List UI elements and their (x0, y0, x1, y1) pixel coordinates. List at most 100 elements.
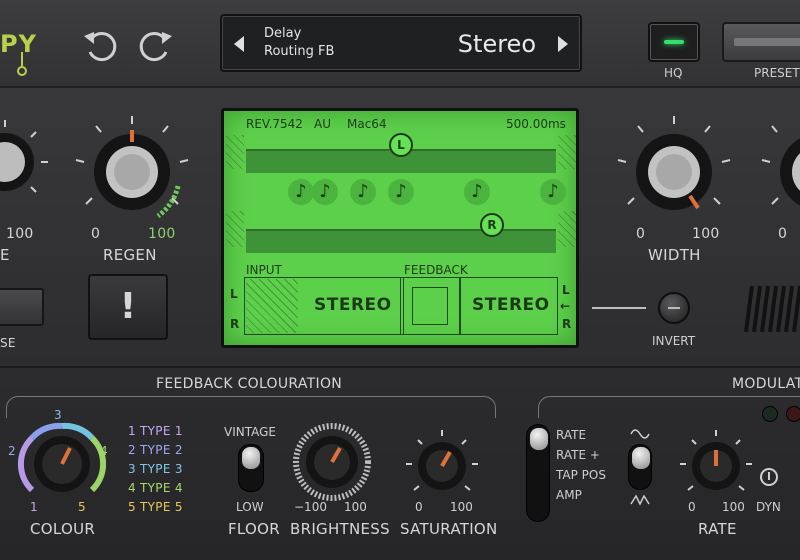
preset-display[interactable]: Delay Routing FB Stereo (220, 14, 582, 72)
colour-scale-2: 2 (8, 444, 16, 458)
right-hatch-bottom (558, 211, 576, 247)
right-hatch-top (558, 135, 576, 169)
speaker-grille (744, 285, 800, 333)
saturation-min: 0 (415, 500, 423, 514)
partial-knob-right-min: 0 (778, 226, 788, 242)
width-min: 0 (636, 226, 646, 242)
screen-format: AU (314, 117, 331, 131)
prev-preset-arrow[interactable] (234, 36, 246, 56)
hq-led-icon (664, 40, 684, 44)
width-knob[interactable] (614, 112, 734, 232)
mod-mode-amp[interactable]: AMP (556, 488, 582, 502)
colour-knob[interactable] (18, 420, 106, 506)
logo-dot (17, 66, 27, 76)
feedback-crossfeed-inner (412, 287, 448, 325)
next-preset-arrow[interactable] (556, 36, 568, 56)
hq-button[interactable] (648, 22, 700, 62)
partial-knob-label: E (0, 246, 10, 264)
right-delay-marker[interactable]: R (480, 213, 504, 237)
input-right-channel: R (230, 317, 240, 331)
feedback-colouration-title: FEEDBACK COLOURATION (156, 376, 343, 392)
colour-scale-1: 1 (30, 500, 38, 514)
screen-platform: Mac64 (347, 117, 387, 131)
partial-knob-left[interactable] (0, 118, 50, 228)
input-label: INPUT (246, 263, 282, 277)
screen-delay-time: 500.00ms (506, 117, 566, 131)
redo-button[interactable] (134, 22, 178, 66)
floor-toggle[interactable] (238, 444, 264, 492)
logo-stem (21, 52, 23, 66)
presets-bar-icon (734, 38, 800, 46)
floor-toggle-thumb (242, 447, 260, 469)
modulation-title: MODULAT (732, 376, 800, 392)
left-hatch-bottom (226, 211, 244, 247)
type-1-option[interactable]: 1 TYPE 1 (128, 424, 183, 438)
colour-scale-5: 5 (78, 500, 86, 514)
partial-knob-right[interactable] (758, 112, 800, 232)
delay-display-screen[interactable]: REV.7542 AU Mac64 500.00ms L R ♪ ♪ ♪ ♪ ♪… (221, 108, 579, 348)
chevron-left-icon (234, 36, 244, 52)
presets-button[interactable] (722, 22, 800, 62)
left-hatch-top (226, 135, 244, 169)
note-icon: ♪ (312, 179, 338, 205)
left-delay-marker[interactable]: L (389, 133, 413, 157)
redo-arrow-icon (139, 32, 172, 62)
feedback-mode: STEREO (472, 295, 550, 315)
regen-knob[interactable] (72, 112, 192, 232)
dyn-label: DYN (756, 500, 781, 514)
rate-knob[interactable] (678, 428, 754, 504)
saturation-max: 100 (450, 500, 473, 514)
right-channel-waveform (246, 229, 556, 253)
note-icon: ♪ (388, 179, 414, 205)
dyn-indicator-icon (768, 472, 770, 480)
presets-label: PRESETS (754, 66, 800, 80)
partial-left-button[interactable] (0, 288, 44, 326)
mod-mode-selector[interactable] (526, 424, 550, 522)
preset-line-2: Routing FB (264, 44, 335, 59)
mod-led-green-icon (762, 406, 778, 422)
saturation-knob[interactable] (404, 428, 480, 504)
type-4-option[interactable]: 4 TYPE 4 (128, 481, 183, 495)
output-left-channel: L (562, 283, 570, 297)
modulation-bracket (538, 396, 800, 418)
undo-arrow-icon (84, 32, 117, 62)
input-hatch (246, 279, 298, 333)
width-max: 100 (692, 226, 720, 242)
dyn-button[interactable] (760, 468, 778, 486)
mod-mode-rate-plus[interactable]: RATE + (556, 448, 600, 462)
chevron-right-icon (558, 36, 568, 52)
colour-scale-4: 4 (100, 444, 108, 458)
type-3-option[interactable]: 3 TYPE 3 (128, 462, 183, 476)
floor-vintage-label: VINTAGE (224, 425, 277, 439)
input-left-channel: L (230, 287, 238, 301)
preset-line-1: Delay (264, 26, 302, 41)
rate-max: 100 (722, 500, 745, 514)
mod-mode-rate[interactable]: RATE (556, 428, 586, 442)
brightness-knob[interactable] (292, 422, 372, 502)
type-5-option[interactable]: 5 TYPE 5 (128, 500, 183, 514)
colour-label: COLOUR (30, 520, 96, 538)
partial-left-button-label: SE (0, 336, 16, 350)
brightness-max: 100 (344, 500, 367, 514)
triangle-wave-icon (630, 494, 650, 506)
undo-button[interactable] (78, 22, 122, 66)
regen-label: REGEN (103, 246, 157, 264)
screen-version: REV.7542 (246, 117, 303, 131)
invert-label: INVERT (652, 334, 696, 348)
rate-min: 0 (688, 500, 696, 514)
plugin-logo: PY (0, 30, 37, 58)
output-right-channel: R (562, 317, 572, 331)
warning-button[interactable]: ! (88, 274, 168, 340)
invert-button[interactable] (658, 292, 690, 324)
mod-mode-tap-pos[interactable]: TAP POS (556, 468, 606, 482)
note-icon: ♪ (540, 179, 566, 205)
waveform-toggle[interactable] (628, 444, 652, 490)
feedback-colouration-bracket (6, 396, 496, 418)
type-2-option[interactable]: 2 TYPE 2 (128, 443, 183, 457)
sine-wave-icon (630, 429, 650, 439)
waveform-toggle-thumb (632, 447, 650, 469)
minus-icon (668, 307, 680, 309)
preset-value: Stereo (457, 30, 536, 58)
output-arrow-icon: ← (560, 299, 571, 313)
hq-label: HQ (664, 66, 683, 80)
